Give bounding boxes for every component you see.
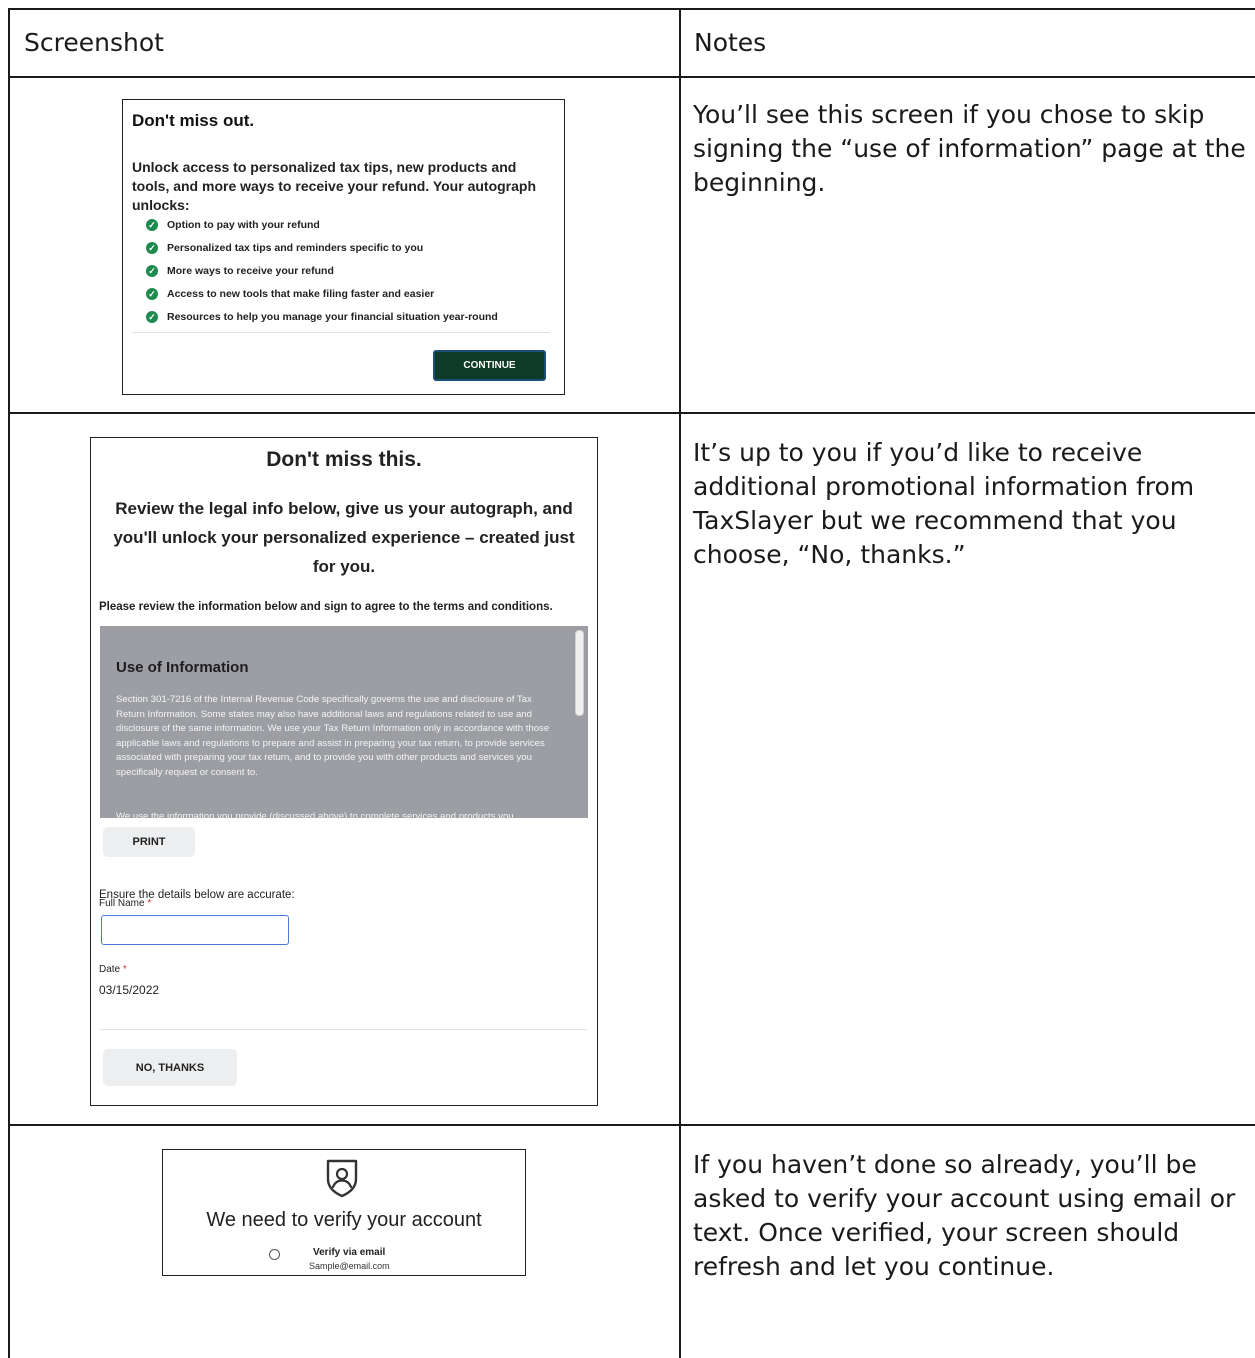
continue-button[interactable]: CONTINUE (433, 350, 546, 381)
scrollbar-thumb[interactable] (575, 630, 584, 716)
note-row-1: You’ll see this screen if you chose to s… (693, 100, 1246, 197)
list-item-label: Resources to help you manage your financ… (167, 310, 498, 323)
legal-heading: Use of Information (116, 659, 249, 676)
verify-account-card: We need to verify your account Verify vi… (162, 1149, 526, 1276)
table-border-left (8, 8, 10, 1358)
note-row-2: It’s up to you if you’d like to receive … (693, 438, 1195, 569)
header-notes: Notes (694, 28, 767, 57)
table-row-divider (8, 412, 1255, 414)
check-circle-icon: ✓ (146, 310, 158, 323)
list-item: ✓ Resources to help you manage your finan… (146, 305, 498, 328)
list-item-label: Access to new tools that make filing fas… (167, 287, 435, 300)
card-title: Don't miss out. (132, 111, 255, 130)
required-asterisk: * (122, 964, 127, 975)
list-item-label: Personalized tax tips and reminders spec… (167, 241, 424, 254)
card-subtitle: Review the legal info below, give us you… (113, 499, 575, 576)
list-item-label: More ways to receive your refund (167, 264, 334, 277)
verify-email-radio[interactable] (269, 1249, 280, 1260)
shield-user-icon (326, 1159, 358, 1198)
dont-miss-this-card: Don't miss this. Review the legal info b… (90, 437, 598, 1106)
full-name-input[interactable] (101, 915, 289, 945)
list-item: ✓ Access to new tools that make filing fa… (146, 282, 498, 305)
list-item: ✓ Personalized tax tips and reminders spe… (146, 236, 498, 259)
card-title: Don't miss this. (266, 448, 422, 471)
legal-paragraph: We use the information you provide (disc… (116, 811, 514, 818)
list-item-label: Option to pay with your refund (167, 218, 320, 231)
card-subtitle: Unlock access to personalized tax tips, … (132, 159, 537, 213)
table-row-divider (8, 76, 1255, 78)
date-label: Date * (99, 964, 127, 975)
check-circle-icon: ✓ (146, 287, 158, 300)
table-row-divider (8, 1124, 1255, 1126)
date-value: 03/15/2022 (99, 983, 160, 997)
print-button[interactable]: PRINT (103, 827, 195, 857)
list-item: ✓ More ways to receive your refund (146, 259, 498, 282)
verify-email-address: Sample@email.com (309, 1261, 390, 1271)
card-title: We need to verify your account (206, 1209, 482, 1231)
legal-info-scroll-box[interactable]: Use of Information Section 301-7216 of t… (100, 626, 588, 818)
divider (132, 332, 550, 333)
list-item: ✓ Option to pay with your refund (146, 213, 498, 236)
check-circle-icon: ✓ (146, 218, 158, 231)
instructions-text: Please review the information below and … (99, 601, 553, 613)
full-name-label-text: Full Name (99, 898, 145, 909)
table-border-top (8, 8, 1255, 10)
legal-paragraph: Section 301-7216 of the Internal Revenue… (116, 694, 550, 778)
full-name-label: Full Name * (99, 898, 151, 909)
required-asterisk: * (147, 898, 152, 909)
benefits-list: ✓ Option to pay with your refund ✓ Persona… (146, 213, 498, 328)
header-screenshot: Screenshot (24, 28, 164, 57)
check-circle-icon: ✓ (146, 241, 158, 254)
date-label-text: Date (99, 964, 121, 975)
dont-miss-out-card: Don't miss out. Unlock access to persona… (122, 99, 565, 395)
note-row-3: If you haven’t done so already, you’ll b… (693, 1150, 1236, 1281)
divider (100, 1029, 587, 1030)
check-circle-icon: ✓ (146, 264, 158, 277)
table-column-divider (679, 8, 681, 1358)
no-thanks-button[interactable]: NO, THANKS (103, 1049, 237, 1086)
verify-option-label: Verify via email (313, 1247, 386, 1258)
